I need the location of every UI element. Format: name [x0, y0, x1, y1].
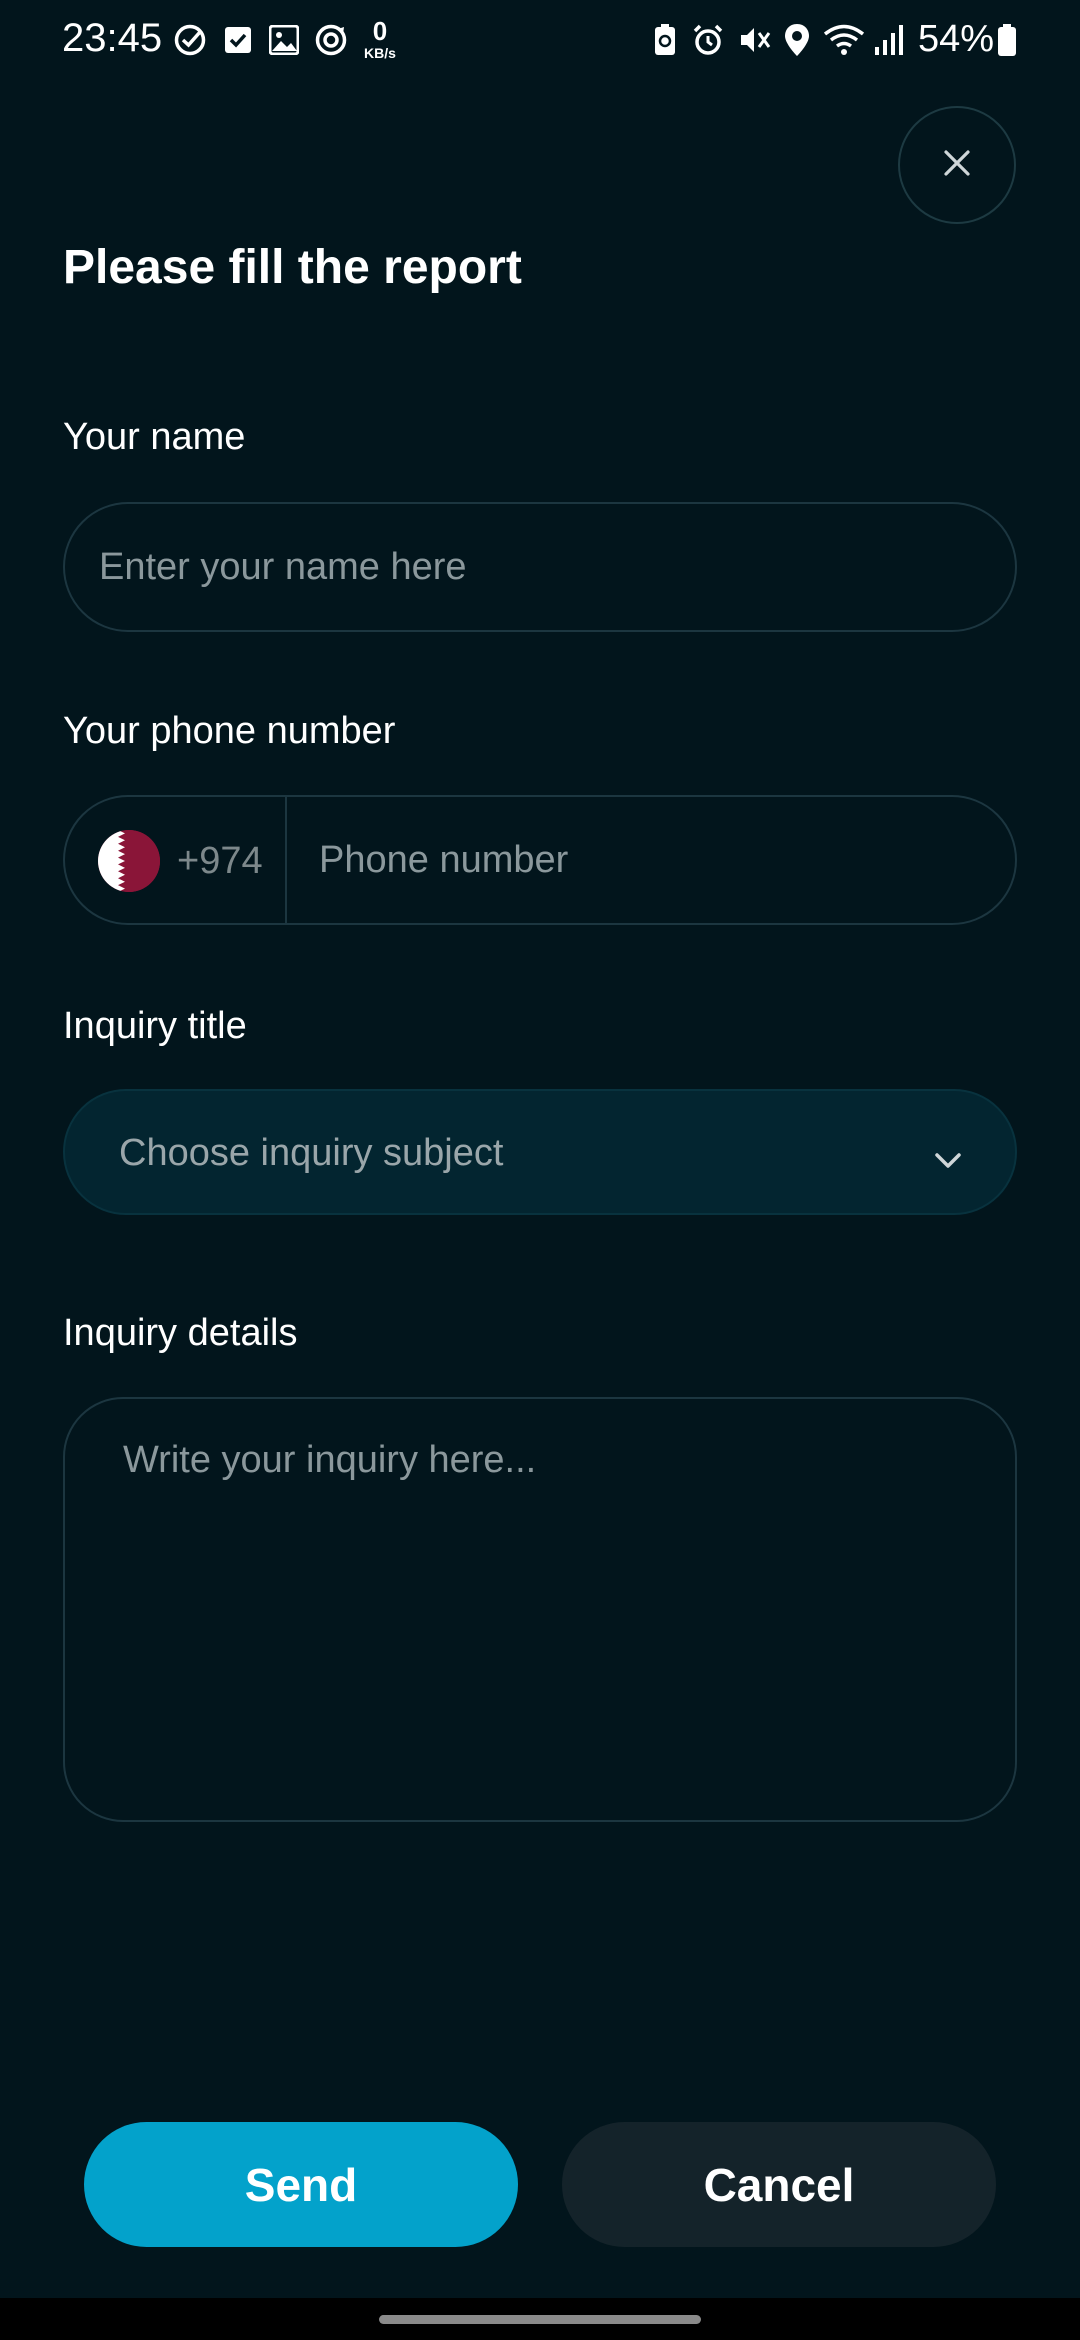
close-icon — [943, 149, 971, 182]
location-icon — [782, 22, 812, 58]
phone-divider — [285, 797, 287, 923]
phone-label: Your phone number — [63, 710, 396, 752]
battery-saver-icon — [650, 22, 680, 58]
battery-percent: 54% — [918, 18, 995, 60]
home-indicator[interactable] — [379, 2315, 701, 2324]
page-title: Please fill the report — [63, 241, 522, 294]
inquiry-subject-value: Choose inquiry subject — [119, 1132, 504, 1174]
country-code[interactable]: +974 — [177, 840, 263, 883]
send-button[interactable]: Send — [84, 2122, 518, 2247]
battery-icon — [996, 22, 1018, 58]
status-bar: 23:45 0 KB/s 54% — [0, 0, 1080, 80]
alarm-icon — [690, 22, 726, 58]
report-screen: 23:45 0 KB/s 54% Please fill the report … — [0, 0, 1080, 2340]
qatar-flag-icon[interactable] — [98, 830, 160, 892]
wifi-icon — [822, 22, 866, 58]
check-circle-icon — [172, 22, 208, 58]
signal-icon — [872, 22, 906, 58]
checkbox-icon — [222, 22, 254, 58]
sync-circle-icon — [313, 22, 349, 58]
name-label: Your name — [63, 416, 246, 458]
phone-field[interactable]: +974 — [63, 795, 1017, 925]
name-field[interactable] — [63, 502, 1017, 632]
chevron-down-icon — [933, 1151, 963, 1171]
inquiry-subject-select[interactable]: Choose inquiry subject — [63, 1089, 1017, 1215]
inquiry-details-label: Inquiry details — [63, 1312, 298, 1354]
inquiry-details-field[interactable] — [63, 1397, 1017, 1822]
inquiry-details-textarea[interactable] — [123, 1439, 983, 1779]
net-speed: 0 KB/s — [364, 16, 396, 61]
phone-input[interactable] — [319, 797, 979, 923]
cancel-button[interactable]: Cancel — [562, 2122, 996, 2247]
vibrate-mute-icon — [736, 22, 772, 58]
image-icon — [267, 22, 301, 58]
inquiry-title-label: Inquiry title — [63, 1005, 247, 1047]
name-input[interactable] — [99, 504, 979, 630]
status-time: 23:45 — [62, 16, 163, 60]
close-button[interactable] — [898, 106, 1016, 224]
